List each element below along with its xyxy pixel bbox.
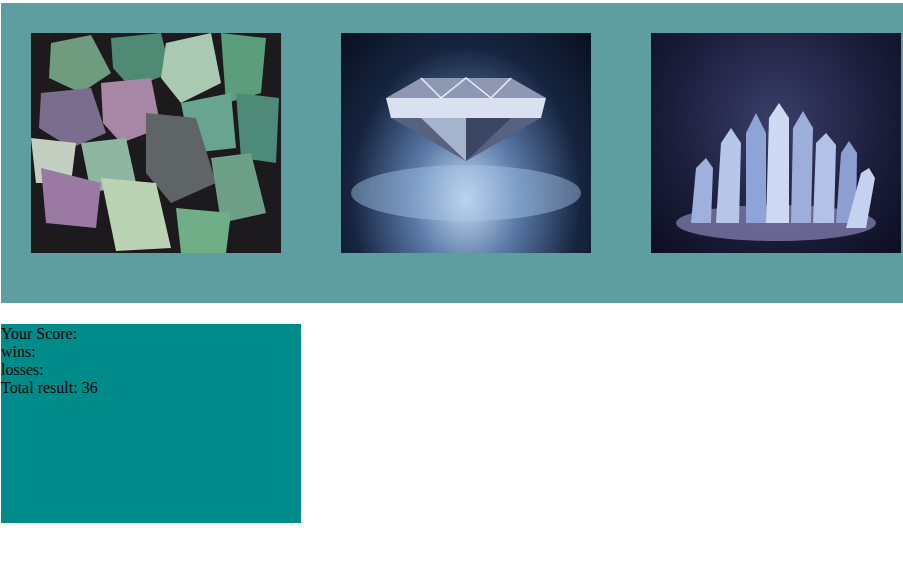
crystal-image[interactable] [651, 33, 901, 253]
crystal-image[interactable] [31, 33, 281, 253]
score-panel: Your Score:wins:losses:Total result: 36 [1, 324, 301, 523]
losses-label: losses: [1, 361, 301, 379]
wins-label: wins: [1, 343, 301, 361]
total-result: Total result: 36 [1, 379, 301, 397]
crystal-image[interactable] [341, 33, 591, 253]
score-label: Your Score: [1, 325, 301, 343]
crystal-strip [1, 3, 903, 303]
